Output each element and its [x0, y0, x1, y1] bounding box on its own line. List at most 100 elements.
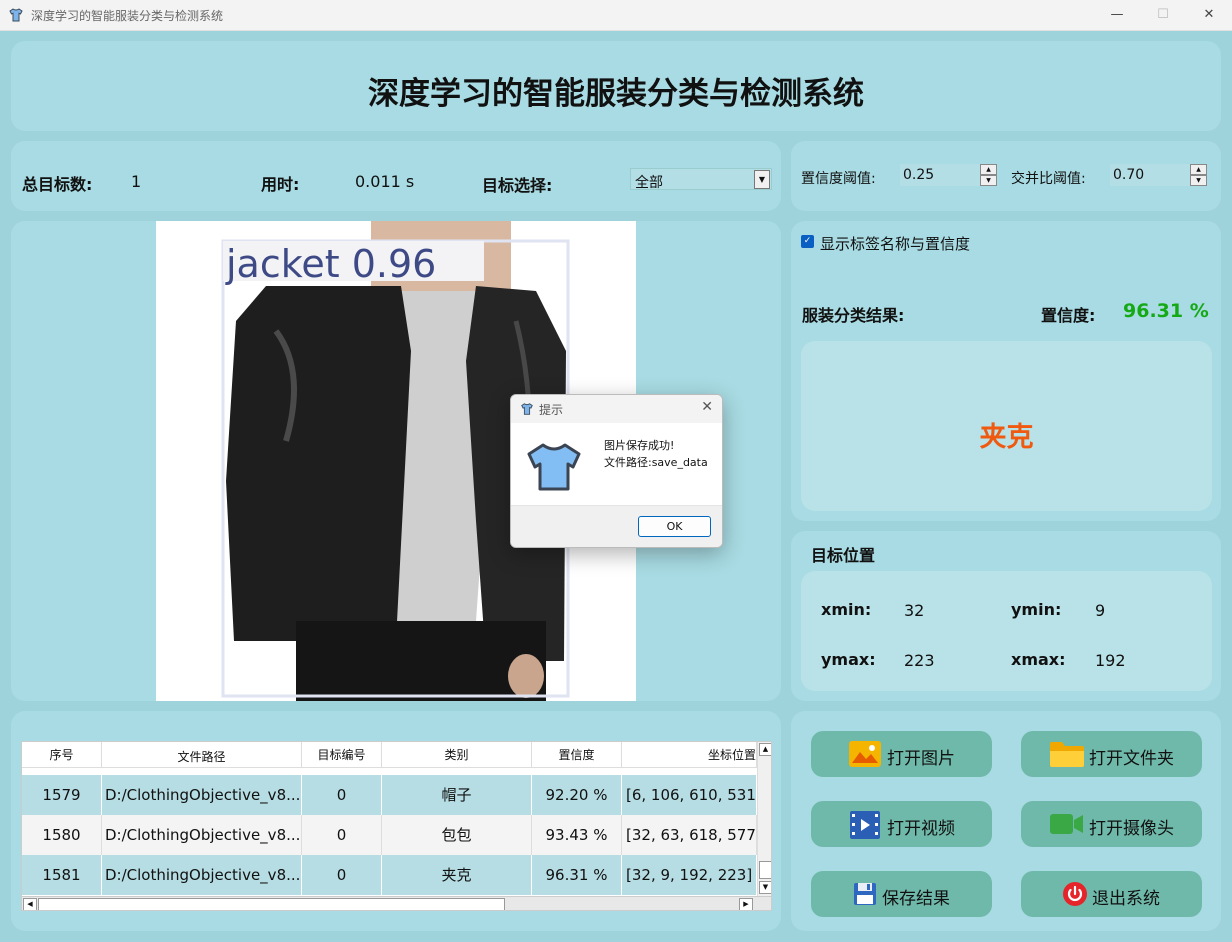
spin-up-icon[interactable]: ▲	[1190, 164, 1207, 175]
folder-icon	[1050, 742, 1084, 767]
window-title: 深度学习的智能服装分类与检测系统	[31, 9, 224, 23]
iou-threshold-spinbox[interactable]: 0.70 ▲ ▼	[1110, 164, 1207, 186]
header-index[interactable]: 序号	[22, 742, 102, 768]
scroll-right-icon[interactable]: ▶	[739, 898, 753, 910]
dropdown-arrow-icon[interactable]: ▼	[754, 170, 770, 189]
close-window-button[interactable]: ✕	[1186, 0, 1232, 31]
class-name: 夹克	[979, 422, 1034, 453]
table-horizontal-scrollbar[interactable]: ◀ ▶	[22, 896, 771, 910]
scroll-left-icon[interactable]: ◀	[23, 898, 37, 910]
open-camera-label: 打开摄像头	[1089, 819, 1174, 839]
iou-threshold-label: 交并比阈值:	[1011, 171, 1086, 187]
ymax-value: 223	[904, 651, 935, 670]
tshirt-icon	[521, 403, 533, 415]
header-filepath[interactable]: 文件路径	[102, 742, 302, 768]
iou-threshold-value: 0.70	[1113, 167, 1145, 183]
hscroll-thumb[interactable]	[38, 898, 505, 910]
save-results-button[interactable]: 保存结果	[811, 871, 992, 917]
table-row[interactable]: 1579 D:/ClothingObjective_v8... 0 帽子 92.…	[22, 775, 757, 815]
minimize-button[interactable]: —	[1094, 0, 1140, 31]
detection-label: jacket 0.96	[225, 242, 436, 286]
spin-down-icon[interactable]: ▼	[1190, 175, 1207, 186]
table-row[interactable]: 1581 D:/ClothingObjective_v8... 0 夹克 96.…	[22, 855, 757, 895]
spin-down-icon[interactable]: ▼	[980, 175, 997, 186]
classification-conf-label: 置信度:	[1041, 306, 1096, 325]
cell-confidence: 96.31 %	[532, 855, 622, 895]
conf-threshold-spinbox[interactable]: 0.25 ▲ ▼	[900, 164, 997, 186]
header-coords[interactable]: 坐标位置	[622, 742, 757, 768]
header-class[interactable]: 类别	[382, 742, 532, 768]
ymin-label: ymin:	[1011, 600, 1062, 619]
xmin-value: 32	[904, 601, 925, 620]
cell-filepath: D:/ClothingObjective_v8...	[102, 815, 302, 855]
table-row[interactable]: 1580 D:/ClothingObjective_v8... 0 包包 93.…	[22, 815, 757, 855]
conf-threshold-label: 置信度阈值:	[801, 171, 876, 187]
show-label-checkbox[interactable]: ✓	[801, 235, 814, 248]
maximize-button[interactable]: ☐	[1140, 0, 1186, 31]
dialog-header: 提示 ✕	[511, 395, 722, 423]
cell-index: 1579	[22, 775, 102, 815]
tshirt-large-icon	[527, 443, 581, 491]
target-select-value: 全部	[635, 175, 663, 191]
open-video-button[interactable]: 打开视频	[811, 801, 992, 847]
open-image-button[interactable]: 打开图片	[811, 731, 992, 777]
table-vertical-scrollbar[interactable]: ▲ ▼	[757, 742, 771, 896]
classification-result-label: 服装分类结果:	[802, 306, 905, 325]
spin-up-icon[interactable]: ▲	[980, 164, 997, 175]
ok-button[interactable]: OK	[638, 516, 711, 537]
cell-confidence: 93.43 %	[532, 815, 622, 855]
xmax-value: 192	[1095, 651, 1126, 670]
cell-index: 1580	[22, 815, 102, 855]
classification-conf-value: 96.31 %	[1123, 300, 1209, 322]
cell-coords: [6, 106, 610, 531]	[622, 775, 757, 815]
results-table[interactable]: 序号 文件路径 目标编号 类别 置信度 坐标位置 1579 D:/Clothin…	[21, 741, 772, 911]
exit-button[interactable]: 退出系统	[1021, 871, 1202, 917]
time-label: 用时:	[261, 175, 300, 194]
dialog-close-icon[interactable]: ✕	[701, 399, 713, 415]
conf-threshold-value: 0.25	[903, 167, 935, 183]
window-titlebar: 深度学习的智能服装分类与检测系统 — ☐ ✕	[0, 0, 1232, 31]
cell-coords: [32, 63, 618, 577]	[622, 815, 757, 855]
total-targets-label: 总目标数:	[22, 175, 93, 194]
open-camera-button[interactable]: 打开摄像头	[1021, 801, 1202, 847]
open-folder-button[interactable]: 打开文件夹	[1021, 731, 1202, 777]
cell-target-id: 0	[302, 815, 382, 855]
message-dialog: 提示 ✕ 图片保存成功! 文件路径:save_data OK	[510, 394, 723, 548]
target-select-label: 目标选择:	[482, 176, 553, 195]
image-icon	[849, 741, 881, 767]
target-select[interactable]: 全部 ▼	[630, 168, 772, 191]
class-result-box: 夹克	[801, 341, 1212, 511]
cell-filepath: D:/ClothingObjective_v8...	[102, 855, 302, 895]
camera-icon	[1050, 814, 1083, 834]
ymax-label: ymax:	[821, 650, 876, 669]
cell-class: 帽子	[382, 775, 532, 815]
cell-filepath: D:/ClothingObjective_v8...	[102, 775, 302, 815]
dialog-footer: OK	[511, 505, 722, 547]
header-confidence[interactable]: 置信度	[532, 742, 622, 768]
video-icon	[850, 811, 880, 839]
dialog-message-line2: 文件路径:save_data	[604, 456, 708, 469]
scroll-down-icon[interactable]: ▼	[759, 881, 771, 894]
power-icon	[1063, 882, 1087, 906]
scroll-thumb[interactable]	[759, 861, 771, 879]
page-title: 深度学习的智能服装分类与检测系统	[368, 76, 864, 112]
open-image-label: 打开图片	[887, 749, 955, 769]
exit-label: 退出系统	[1092, 889, 1160, 909]
cell-target-id: 0	[302, 775, 382, 815]
show-label-text[interactable]: 显示标签名称与置信度	[820, 233, 970, 254]
cell-index: 1581	[22, 855, 102, 895]
scroll-up-icon[interactable]: ▲	[759, 743, 771, 756]
xmin-label: xmin:	[821, 600, 872, 619]
position-box	[801, 571, 1212, 691]
header-target-id[interactable]: 目标编号	[302, 742, 382, 768]
total-targets-value: 1	[131, 172, 142, 191]
open-folder-label: 打开文件夹	[1089, 749, 1174, 769]
cell-confidence: 92.20 %	[532, 775, 622, 815]
save-results-label: 保存结果	[882, 889, 950, 909]
ymin-value: 9	[1095, 601, 1106, 620]
save-icon	[854, 883, 876, 905]
header-panel: 深度学习的智能服装分类与检测系统	[11, 41, 1221, 131]
xmax-label: xmax:	[1011, 650, 1066, 669]
cell-class: 夹克	[382, 855, 532, 895]
tshirt-app-icon	[9, 8, 23, 22]
